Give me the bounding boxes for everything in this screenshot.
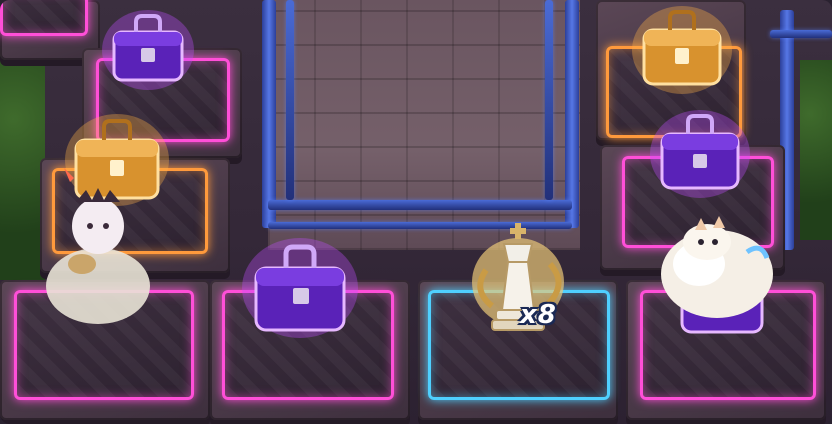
grass-right [800, 60, 832, 240]
rail-post [565, 0, 579, 228]
fluffy-creature-icon[interactable] [655, 212, 779, 322]
purple-chest[interactable] [240, 232, 360, 342]
rail-bar [286, 0, 294, 200]
purple-chest[interactable] [648, 104, 752, 200]
rail-bar [545, 0, 553, 200]
game-board: x8 [0, 0, 832, 424]
rail-bar [268, 200, 572, 210]
player-character-icon[interactable] [36, 166, 160, 326]
rail-post [262, 0, 276, 228]
rail-bar [770, 30, 832, 38]
stone-walkway [268, 0, 580, 250]
tile-glow-pad [0, 0, 88, 36]
reward-count-label: x8 [520, 300, 557, 330]
gold-chest[interactable] [630, 0, 734, 96]
purple-chest[interactable] [100, 4, 196, 90]
